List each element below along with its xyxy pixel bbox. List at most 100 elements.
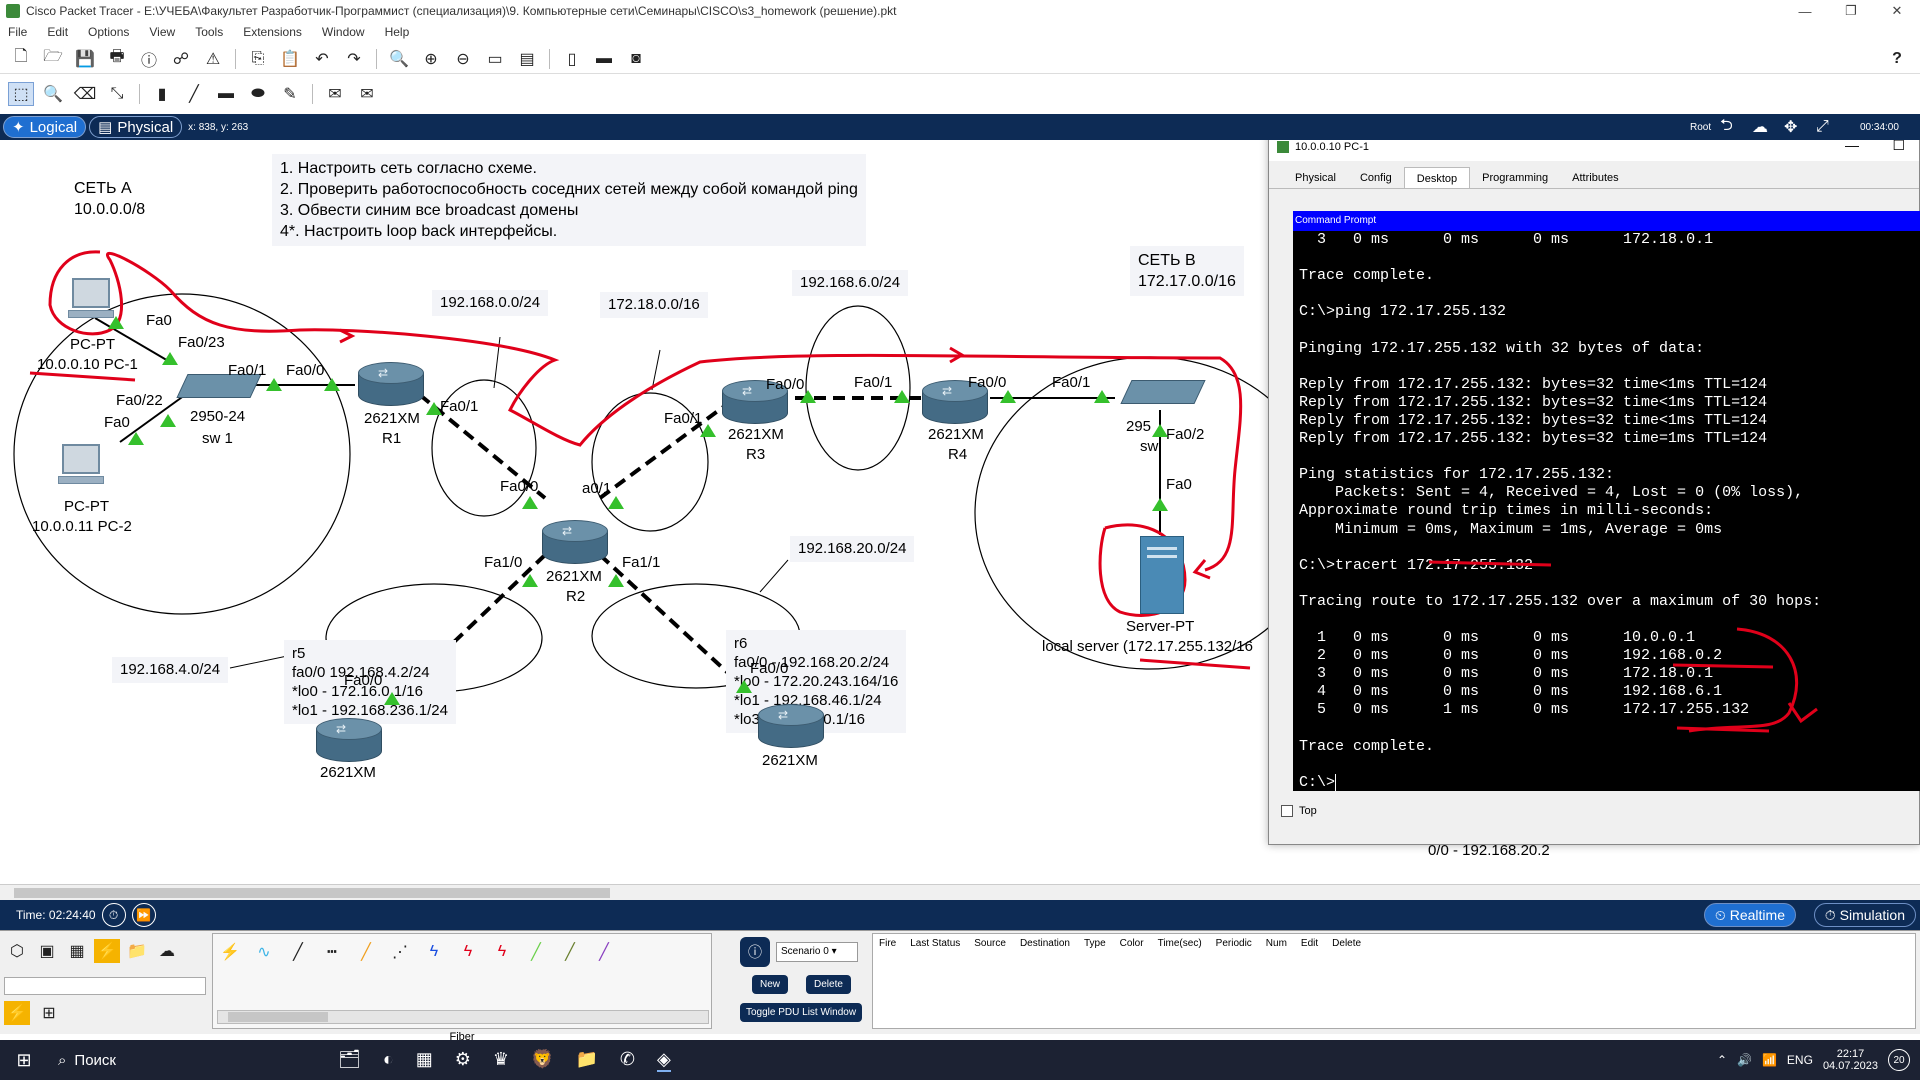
- edge-icon[interactable]: ◐: [383, 1049, 394, 1072]
- close-button[interactable]: ✕: [1874, 0, 1920, 22]
- sw2-icon[interactable]: [1120, 380, 1206, 404]
- fiber-cable-icon[interactable]: ╱: [353, 940, 379, 964]
- viewport-nav-icon[interactable]: ⤢: [1816, 118, 1829, 136]
- r2-icon[interactable]: ⇄: [542, 520, 608, 564]
- realtime-tab[interactable]: ⏲ Realtime: [1703, 903, 1796, 927]
- wifi-icon[interactable]: 📶: [1762, 1053, 1777, 1067]
- logical-workspace[interactable]: 1. Настроить сеть согласно схеме. 2. Про…: [0, 140, 1920, 884]
- inspect-icon[interactable]: 🔍: [40, 82, 66, 106]
- cloud-icon[interactable]: ☁: [1752, 117, 1768, 137]
- zoom-out-icon[interactable]: ⊖: [450, 47, 476, 71]
- delete-scenario-button[interactable]: Delete: [806, 975, 851, 994]
- undo-icon[interactable]: ↶: [309, 47, 335, 71]
- coax-cable-icon[interactable]: ϟ: [421, 940, 447, 964]
- tab-desktop[interactable]: Desktop: [1403, 167, 1471, 188]
- zoom-reset-icon[interactable]: ⊕: [418, 47, 444, 71]
- network-info-icon[interactable]: ☍: [168, 47, 194, 71]
- windows-start-icon[interactable]: ⊞: [0, 1050, 48, 1071]
- file-manager-icon[interactable]: 🗂: [338, 1049, 361, 1072]
- scrollbar-thumb[interactable]: [14, 888, 610, 898]
- straight-cable-icon[interactable]: ╱: [285, 940, 311, 964]
- simulation-tab[interactable]: ⏱ Simulation: [1813, 903, 1916, 927]
- logical-tab[interactable]: ✦ Logical: [3, 116, 87, 138]
- notification-badge[interactable]: 20: [1888, 1049, 1910, 1071]
- new-file-icon[interactable]: 🗋: [8, 47, 34, 71]
- volume-icon[interactable]: 🔊: [1737, 1053, 1752, 1067]
- back-icon[interactable]: ⮌: [1720, 114, 1733, 141]
- r1-icon[interactable]: ⇄: [358, 362, 424, 406]
- console-cable-icon[interactable]: ∿: [251, 940, 277, 964]
- r5-icon[interactable]: ⇄: [316, 718, 382, 762]
- power-cycle-icon[interactable]: ⏱: [101, 903, 126, 927]
- drawing-palette-icon[interactable]: ▭: [482, 47, 508, 71]
- rectangle-icon[interactable]: ▬: [213, 82, 239, 106]
- activity-wizard-icon[interactable]: ⚠: [200, 47, 226, 71]
- menu-tools[interactable]: Tools: [195, 25, 223, 39]
- physical-tab[interactable]: ▤ Physical: [89, 116, 183, 138]
- open-folder-icon[interactable]: 🗁: [40, 47, 66, 71]
- crossover-cable-icon[interactable]: ┅: [319, 940, 345, 964]
- note-icon[interactable]: ▮: [149, 82, 175, 106]
- print-icon[interactable]: 🖶: [104, 47, 130, 71]
- line-icon[interactable]: ╱: [181, 82, 207, 106]
- camera-icon[interactable]: ◙: [623, 47, 649, 71]
- select-icon[interactable]: ⬚: [8, 82, 34, 106]
- custom-devices-icon[interactable]: ▤: [514, 47, 540, 71]
- explorer-icon[interactable]: 📁: [575, 1049, 597, 1072]
- copy-icon[interactable]: ⎘: [245, 47, 271, 71]
- scenario-select[interactable]: Scenario 0 ▾: [776, 942, 858, 962]
- usb-cable-icon[interactable]: ╱: [591, 940, 617, 964]
- pc1-minimize-button[interactable]: —: [1845, 140, 1859, 153]
- app-icon[interactable]: ♛: [493, 1049, 509, 1072]
- zoom-in-icon[interactable]: 🔍: [386, 47, 412, 71]
- maximize-button[interactable]: ❐: [1828, 0, 1874, 22]
- delete-icon[interactable]: ⌫: [72, 82, 98, 106]
- simple-pdu-icon[interactable]: ✉: [322, 82, 348, 106]
- paste-icon[interactable]: 📋: [277, 47, 303, 71]
- minimize-button[interactable]: —: [1782, 0, 1828, 22]
- messenger-icon[interactable]: ✆: [620, 1049, 635, 1072]
- phone-cable-icon[interactable]: ⋰: [387, 940, 413, 964]
- brave-icon[interactable]: 🦁: [531, 1049, 553, 1072]
- network-devices-icon[interactable]: ⬡: [4, 939, 30, 963]
- tray-chevron-icon[interactable]: ⌃: [1717, 1053, 1727, 1067]
- pc1-maximize-button[interactable]: ☐: [1892, 140, 1905, 154]
- freeform-icon[interactable]: ✎: [277, 82, 303, 106]
- command-prompt-console[interactable]: 3 0 ms 0 ms 0 ms 172.18.0.1 Trace complet…: [1293, 231, 1920, 791]
- misc-icon[interactable]: 📁: [124, 939, 150, 963]
- server-icon[interactable]: [1140, 536, 1184, 614]
- grid-sub-icon[interactable]: ⊞: [36, 1001, 62, 1025]
- viewport-icon[interactable]: ▯: [559, 47, 585, 71]
- tab-attributes[interactable]: Attributes: [1560, 167, 1630, 188]
- tab-programming[interactable]: Programming: [1470, 167, 1560, 188]
- pc1-icon[interactable]: [68, 278, 114, 320]
- components-icon[interactable]: ▦: [64, 939, 90, 963]
- grid-icon[interactable]: ✥: [1784, 117, 1797, 137]
- packet-tracer-icon[interactable]: ◈: [656, 1049, 671, 1072]
- complex-pdu-icon[interactable]: ✉: [354, 82, 380, 106]
- taskbar-search[interactable]: ⌕ Поиск: [48, 1040, 248, 1080]
- multiuser-icon[interactable]: ☁: [154, 939, 180, 963]
- fast-forward-icon[interactable]: ⏩: [131, 903, 156, 927]
- language-indicator[interactable]: ENG: [1787, 1053, 1813, 1067]
- toggle-pdu-list-button[interactable]: Toggle PDU List Window: [740, 1003, 863, 1022]
- r6-icon[interactable]: ⇄: [758, 704, 824, 748]
- tab-physical[interactable]: Physical: [1283, 167, 1348, 188]
- device-search-field[interactable]: [4, 977, 206, 995]
- serial-dte-icon[interactable]: ϟ: [489, 940, 515, 964]
- connections-sub-icon[interactable]: ⚡: [4, 1001, 30, 1025]
- menu-view[interactable]: View: [149, 25, 175, 39]
- menu-help[interactable]: Help: [385, 25, 410, 39]
- menu-extensions[interactable]: Extensions: [243, 25, 302, 39]
- top-checkbox[interactable]: [1281, 805, 1293, 817]
- scenario-info-icon[interactable]: ⓘ: [740, 937, 770, 967]
- calculator-icon[interactable]: ▦: [416, 1049, 433, 1072]
- save-icon[interactable]: 💾: [72, 47, 98, 71]
- menu-window[interactable]: Window: [322, 25, 365, 39]
- router-icon[interactable]: ▬: [591, 47, 617, 71]
- cable-scrollbar[interactable]: [217, 1010, 709, 1024]
- auto-cable-icon[interactable]: ⚡: [217, 940, 243, 964]
- serial-dce-icon[interactable]: ϟ: [455, 940, 481, 964]
- info-icon[interactable]: ⓘ: [136, 47, 162, 71]
- iot-cable-icon[interactable]: ╱: [557, 940, 583, 964]
